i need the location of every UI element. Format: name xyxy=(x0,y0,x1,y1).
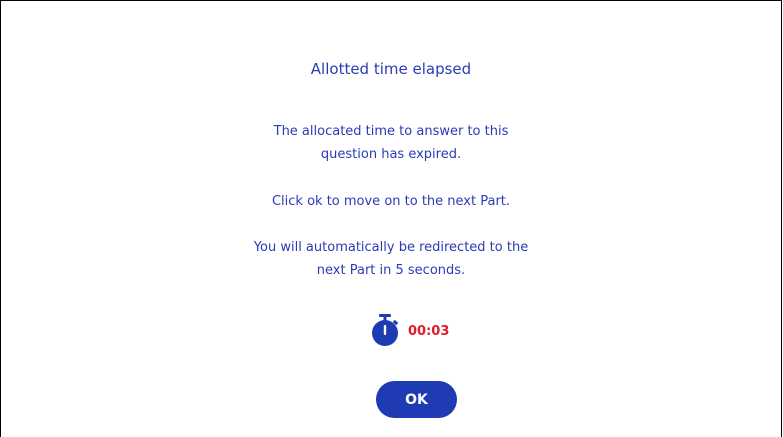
expired-message: The allocated time to answer to this que… xyxy=(1,120,781,166)
countdown-timer: 00:03 xyxy=(369,313,449,347)
instruction-message-line: Click ok to move on to the next Part. xyxy=(271,194,511,209)
expired-message-line-2: question has expired. xyxy=(320,147,462,162)
expired-message-line-1: The allocated time to answer to this xyxy=(273,124,509,139)
redirect-message-line-2: next Part in 5 seconds. xyxy=(316,263,466,278)
instruction-message: Click ok to move on to the next Part. xyxy=(1,190,781,213)
redirect-message-line-1: You will automatically be redirected to … xyxy=(253,240,529,255)
dialog-title: Allotted time elapsed xyxy=(310,60,472,78)
stopwatch-icon xyxy=(369,313,401,347)
timer-value: 00:03 xyxy=(408,324,450,339)
redirect-message: You will automatically be redirected to … xyxy=(1,236,781,282)
ok-button[interactable]: OK xyxy=(376,381,457,418)
timeout-dialog: Allotted time elapsed The allocated time… xyxy=(0,0,782,437)
